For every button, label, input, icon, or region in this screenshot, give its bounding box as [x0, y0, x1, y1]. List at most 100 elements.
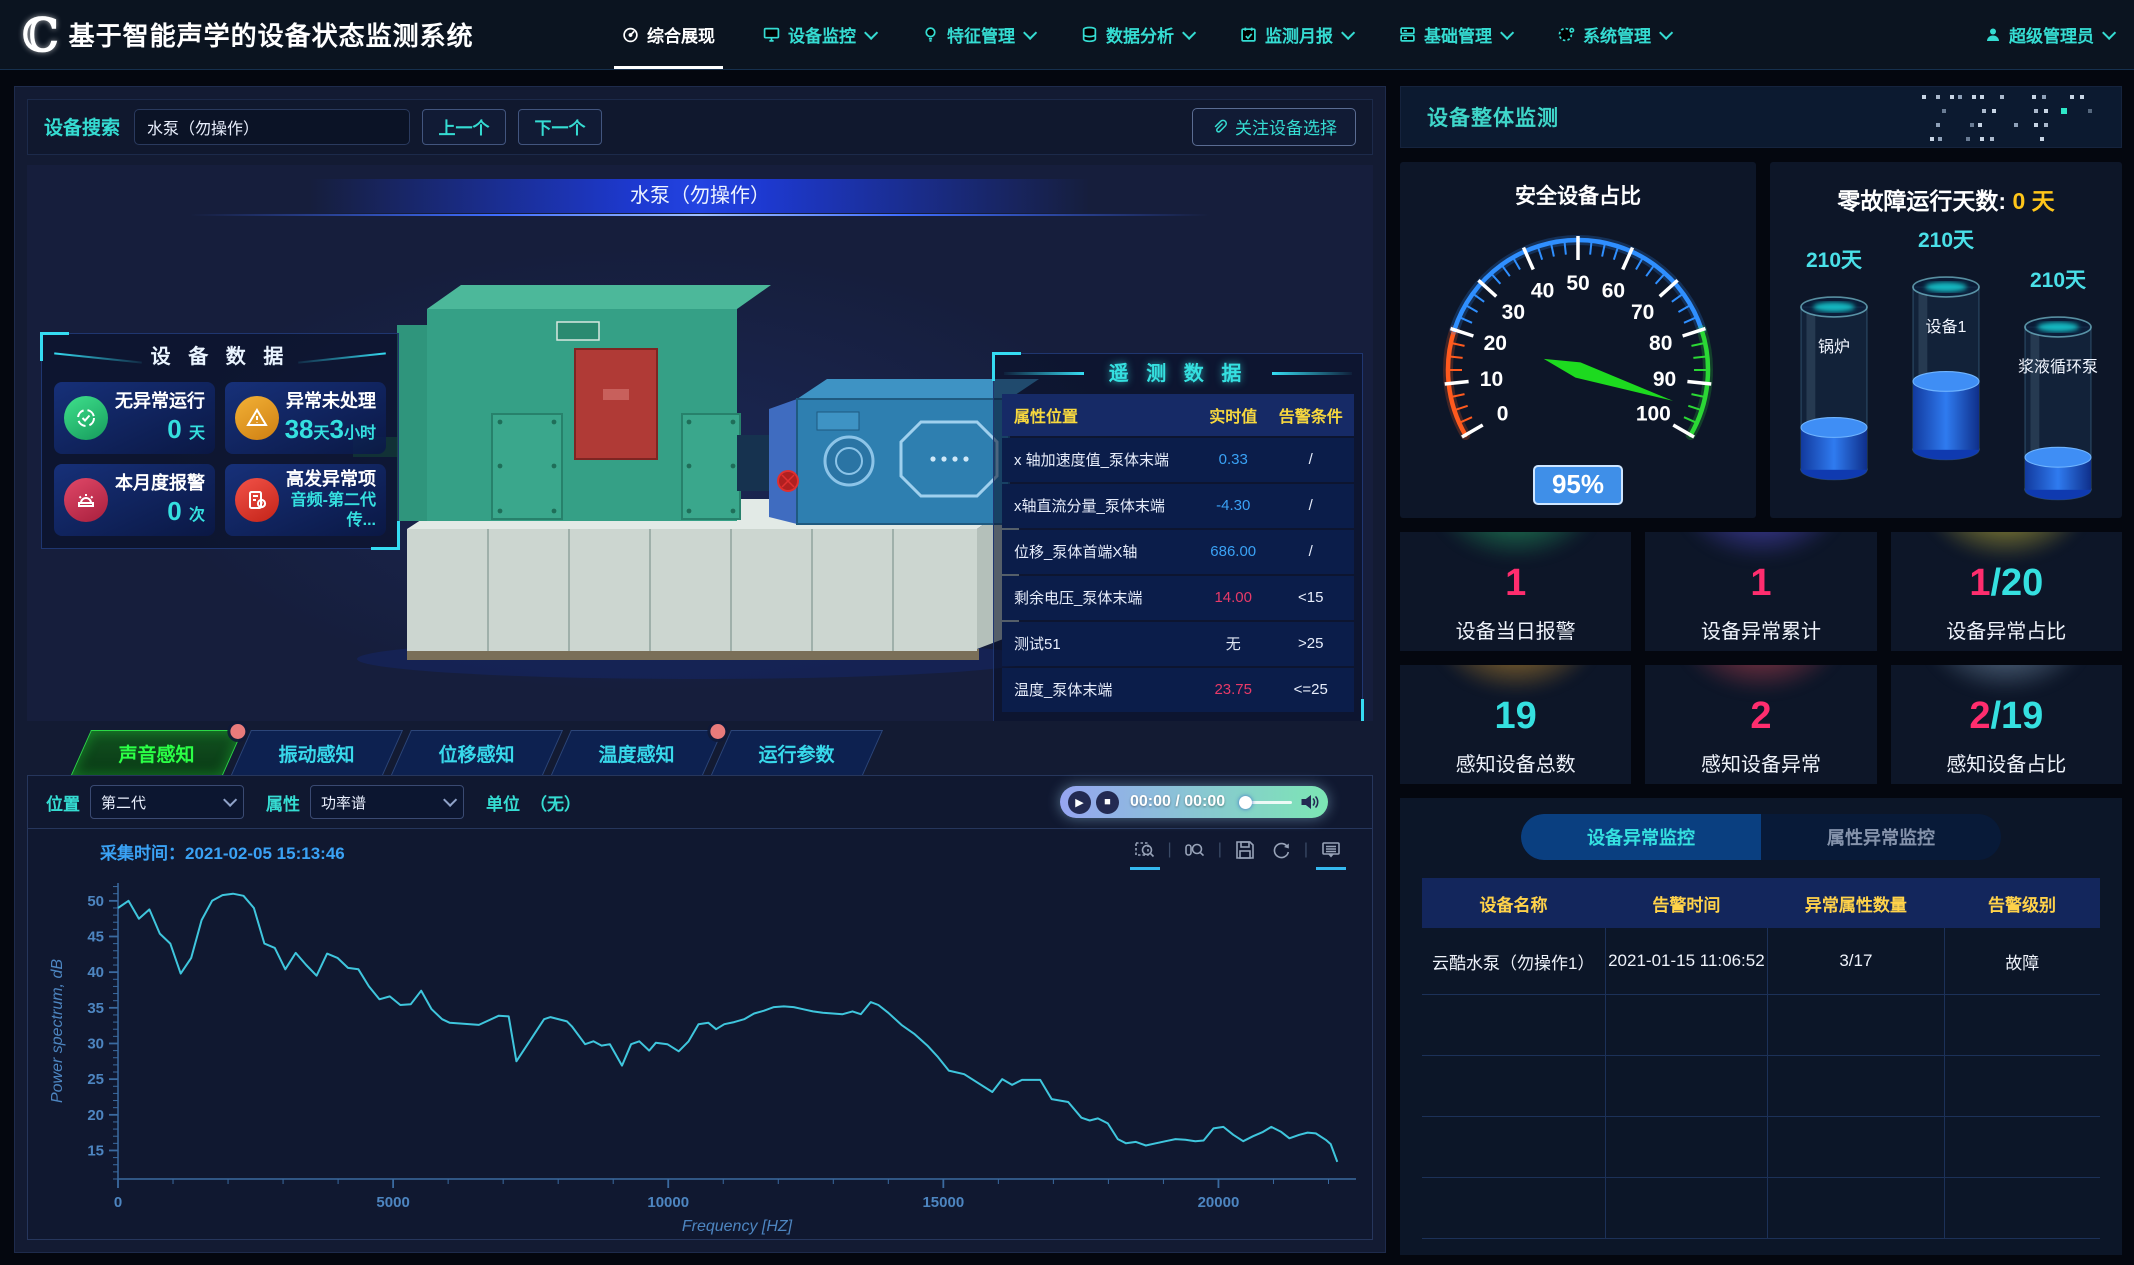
stat-suffix: /20	[1990, 562, 2043, 604]
zoom-reset-icon[interactable]	[1182, 837, 1208, 863]
power-spectrum-chart[interactable]: 152025303540455005000100001500020000Freq…	[40, 871, 1366, 1239]
telemetry-table: 属性位置 实时值 告警条件 x 轴加速度值_泵体末端0.33/ x轴直流分量_泵…	[1002, 392, 1354, 714]
gauge-title: 安全设备占比	[1400, 162, 1756, 210]
svg-text:10000: 10000	[647, 1194, 689, 1211]
svg-text:20000: 20000	[1198, 1194, 1240, 1211]
svg-text:60: 60	[1602, 280, 1625, 303]
volume-icon[interactable]	[1300, 793, 1320, 811]
attr-name: 温度_泵体末端	[1002, 668, 1199, 712]
tab-operating-params[interactable]: 运行参数	[711, 730, 883, 775]
collect-time: 采集时间：2021-02-05 15:13:46	[100, 839, 345, 864]
seek-knob[interactable]	[1239, 796, 1252, 809]
nav-item-feature-mgmt[interactable]: 特征管理	[922, 0, 1033, 69]
device-search-input[interactable]	[134, 109, 410, 145]
tab-temperature-sense[interactable]: 温度感知	[551, 730, 723, 775]
zero-fault-value: 0	[2012, 188, 2025, 214]
attr-cond: /	[1267, 484, 1354, 528]
toolbar-divider: |	[1168, 841, 1172, 859]
telemetry-title: 遥 测 数 据	[1002, 360, 1354, 392]
stat-label: 无异常运行	[115, 391, 205, 411]
stat-glow	[1680, 532, 1842, 560]
chevron-down-icon	[1023, 25, 1037, 39]
model-3d-viewport[interactable]: 水泵（勿操作）	[27, 165, 1373, 721]
zero-fault-title: 零故障运行天数: 0 天	[1770, 162, 2122, 216]
save-image-icon[interactable]	[1232, 837, 1258, 863]
stop-button[interactable]: ■	[1096, 791, 1119, 814]
svg-text:95%: 95%	[1552, 469, 1604, 499]
next-device-button[interactable]: 下一个	[518, 109, 602, 145]
prev-device-button[interactable]: 上一个	[422, 109, 506, 145]
attr-name: x轴直流分量_泵体末端	[1002, 484, 1199, 528]
tab-displacement-sense[interactable]: 位移感知	[391, 730, 563, 775]
safe-device-gauge: 010203040506070809010095%	[1400, 210, 1756, 510]
tab-sound-sense[interactable]: 声音感知	[71, 730, 243, 775]
stat-unit: 天	[314, 425, 330, 442]
siren-icon	[64, 478, 108, 522]
telemetry-header-row: 属性位置 实时值 告警条件	[1002, 394, 1354, 436]
user-menu[interactable]: 超级管理员	[1985, 22, 2112, 47]
svg-text:45: 45	[87, 928, 104, 945]
nav-item-overview[interactable]: 综合展现	[622, 0, 715, 69]
paperclip-icon	[1211, 119, 1227, 135]
alarm-row: 云酷水泵（勿操作1） 2021-01-15 11:06:52 3/17 故障	[1422, 928, 2100, 995]
svg-text:70: 70	[1631, 301, 1654, 324]
nav-label: 系统管理	[1583, 22, 1651, 47]
focus-device-select-button[interactable]: 关注设备选择	[1192, 108, 1356, 146]
refresh-icon[interactable]	[1268, 837, 1294, 863]
svg-text:90: 90	[1653, 368, 1676, 391]
data-view-icon[interactable]	[1318, 837, 1344, 863]
play-button[interactable]: ▶	[1068, 791, 1091, 814]
database-icon	[1081, 26, 1098, 43]
stat-abnormal-total: 1设备异常累计	[1645, 532, 1876, 651]
main-nav: 综合展现 设备监控 特征管理 数据分析 监测月报 基础管理	[622, 0, 1985, 69]
alarm-table: 设备名称 告警时间 异常属性数量 告警级别 云酷水泵（勿操作1） 2021-01…	[1422, 878, 2100, 1239]
speedometer-icon	[622, 26, 639, 43]
position-select[interactable]: 第二代	[90, 785, 244, 819]
attribute-value: 功率谱	[321, 792, 366, 813]
attr-cond: /	[1267, 438, 1354, 482]
stat-label: 设备异常占比	[1891, 615, 2122, 644]
tab-attribute-abnormal-monitor[interactable]: 属性异常监控	[1761, 814, 2001, 860]
attr-cond: >25	[1267, 622, 1354, 666]
alarm-level: 故障	[1944, 928, 2100, 995]
telemetry-row: 测试51无>25	[1002, 622, 1354, 666]
nav-item-device-monitor[interactable]: 设备监控	[763, 0, 874, 69]
device-detail-panel: 设备搜索 上一个 下一个 关注设备选择 水泵（勿操作）	[14, 86, 1386, 1253]
zoom-select-icon[interactable]	[1132, 837, 1158, 863]
nav-item-system-mgmt[interactable]: 系统管理	[1558, 0, 1669, 69]
alarm-device-name: 云酷水泵（勿操作1）	[1422, 928, 1605, 995]
server-icon	[1399, 26, 1416, 43]
stat-label: 感知设备异常	[1645, 748, 1876, 777]
overview-stats: 1设备当日报警 1设备异常累计 1/20设备异常占比 19感知设备总数 2感知设…	[1400, 532, 2122, 784]
attr-value: 无	[1199, 622, 1267, 666]
chevron-down-icon	[1341, 25, 1355, 39]
attribute-select[interactable]: 功率谱	[310, 785, 464, 819]
stat-today-alarms: 1设备当日报警	[1400, 532, 1631, 651]
cylinder-device1: 210天 设备1	[1890, 218, 2002, 508]
svg-text:Frequency [HZ]: Frequency [HZ]	[682, 1218, 793, 1235]
alarm-time: 2021-01-15 11:06:52	[1605, 928, 1768, 995]
attr-name: 测试51	[1002, 622, 1199, 666]
chevron-down-icon	[2102, 25, 2116, 39]
col-attr-location: 属性位置	[1002, 394, 1199, 436]
nav-item-data-analysis[interactable]: 数据分析	[1081, 0, 1192, 69]
nav-item-basic-mgmt[interactable]: 基础管理	[1399, 0, 1510, 69]
nav-item-monthly-report[interactable]: 监测月报	[1240, 0, 1351, 69]
svg-text:30: 30	[87, 1035, 104, 1052]
tab-device-abnormal-monitor[interactable]: 设备异常监控	[1521, 814, 1761, 860]
audio-player: ▶ ■ 00:00 / 00:00	[1060, 786, 1328, 818]
device-data-grid: 无异常运行 0 天 异常未处理 38天3小时	[54, 382, 386, 536]
stat-sensor-total: 19感知设备总数	[1400, 665, 1631, 784]
tab-vibration-sense[interactable]: 振动感知	[231, 730, 403, 775]
spectrum-chart-area: 采集时间：2021-02-05 15:13:46 | | | 152025303…	[28, 829, 1372, 1239]
zero-fault-unit: 天	[2032, 188, 2055, 214]
svg-text:25: 25	[87, 1071, 104, 1088]
attr-name: x 轴加速度值_泵体末端	[1002, 438, 1199, 482]
seek-slider[interactable]	[1239, 801, 1292, 804]
svg-text:35: 35	[87, 1000, 104, 1017]
nav-label: 设备监控	[788, 22, 856, 47]
bulb-icon	[922, 26, 939, 43]
stat-glow	[1680, 665, 1842, 693]
overview-top: 安全设备占比 010203040506070809010095% 零故障运行天数…	[1400, 162, 2122, 518]
stat-label: 异常未处理	[286, 391, 376, 411]
